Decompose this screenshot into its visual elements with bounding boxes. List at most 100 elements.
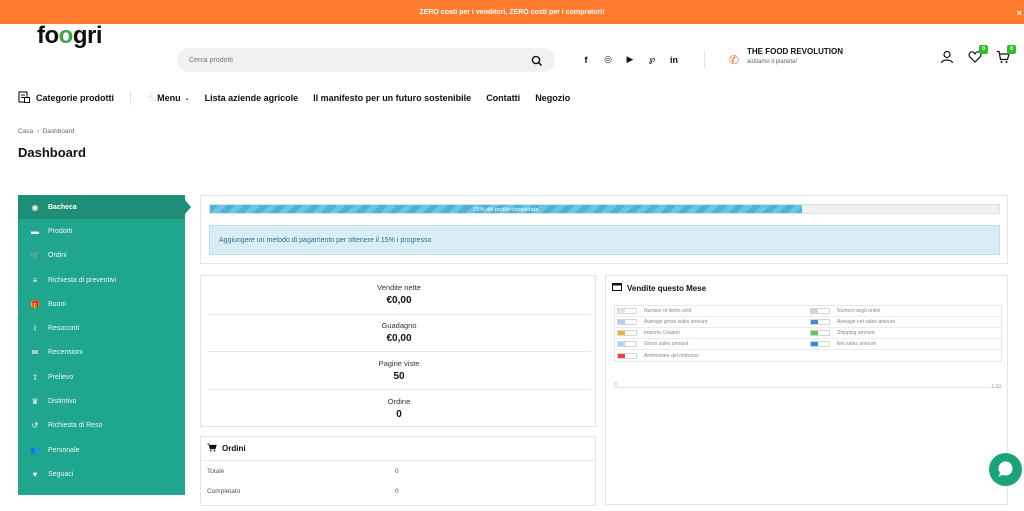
legend-label: Number of items sold bbox=[644, 308, 692, 314]
monthly-sales-title: Vendite questo Mese bbox=[627, 283, 707, 293]
legend-item[interactable]: Average gross sales amount bbox=[615, 317, 808, 327]
sidebar-item-label: Recensioni bbox=[48, 349, 83, 357]
nav-item-contacts[interactable]: Contatti bbox=[486, 93, 520, 103]
sidebar-item-resoconti[interactable]: ⌇ Resoconti bbox=[18, 316, 185, 340]
phone-icon: ✆ bbox=[729, 53, 740, 67]
cart-icon bbox=[207, 443, 217, 454]
cart-icon: 🛒 bbox=[30, 251, 40, 261]
legend-label: Importo Coupon bbox=[644, 330, 680, 336]
dashboard-sidebar: ◉ Bacheca ▬ Prodotti 🛒 Ordini ≡ Richiesta di… bbox=[18, 195, 191, 503]
legend-item[interactable]: Ammontare del rimborso bbox=[615, 350, 809, 361]
logo-text-end: gri bbox=[72, 22, 103, 49]
stat-orders: Ordine 0 bbox=[201, 397, 597, 420]
orders-card: Ordini Totale 0 Completato 0 bbox=[200, 436, 596, 506]
monthly-sales-card: Vendite questo Mese Number of items sold… bbox=[605, 275, 1008, 505]
logo-text-start: fo bbox=[37, 22, 59, 49]
legend-label: Net sales amount bbox=[837, 341, 876, 347]
nav-item-shop[interactable]: Negozio bbox=[535, 93, 570, 103]
nav-item-manifesto[interactable]: Il manifesto per un futuro sostenibile bbox=[313, 93, 471, 103]
profile-progress-bar: 75% del profilo completata bbox=[209, 204, 1000, 214]
sidebar-item-reso[interactable]: ↺ Richiesta di Reso bbox=[18, 414, 185, 438]
announcement-close-button[interactable]: × bbox=[1017, 0, 1022, 26]
sidebar-item-personale[interactable]: 👥 Personale bbox=[18, 438, 185, 462]
cart-count-badge: 0 bbox=[1007, 45, 1016, 54]
sidebar-item-label: Prelievo bbox=[48, 373, 74, 381]
social-links: f ◎ ▶ ℘ in bbox=[582, 54, 679, 65]
logo-leaf-letter: o bbox=[58, 22, 74, 49]
youtube-icon[interactable]: ▶ bbox=[626, 54, 634, 65]
sidebar-item-more[interactable]: · bbox=[18, 487, 185, 511]
legend-item[interactable]: Number of items sold bbox=[615, 306, 808, 316]
site-logo[interactable]: foogri bbox=[37, 22, 103, 50]
search-icon[interactable] bbox=[531, 54, 543, 72]
chat-button[interactable] bbox=[989, 453, 1022, 486]
cart-icon[interactable]: 0 bbox=[996, 45, 1016, 64]
legend-label: Ammontare del rimborso bbox=[644, 352, 699, 359]
linkedin-icon[interactable]: in bbox=[670, 55, 678, 65]
legend-swatch bbox=[617, 308, 637, 314]
legend-swatch-color bbox=[811, 342, 818, 346]
legend-item[interactable]: Importo Coupon bbox=[615, 328, 808, 338]
sidebar-item-ordini[interactable]: 🛒 Ordini bbox=[18, 244, 185, 268]
search-input[interactable] bbox=[189, 48, 519, 72]
categories-button[interactable]: Categorie prodotti bbox=[18, 91, 114, 105]
breadcrumb: Casa › Dashboard bbox=[18, 128, 74, 135]
sidebar-item-recensioni[interactable]: ✉ Recensioni bbox=[18, 341, 185, 365]
stat-label: Guadagno bbox=[381, 321, 417, 330]
sidebar-item-seguaci[interactable]: ♥ Seguaci bbox=[18, 462, 185, 486]
header-actions: 0 0 bbox=[940, 45, 1016, 64]
profile-progress-label: 75% del profilo completata bbox=[473, 207, 539, 213]
sidebar-item-buoni[interactable]: 🎁 Buoni bbox=[18, 292, 185, 316]
stat-label: Vendite nette bbox=[377, 283, 421, 292]
sidebar-item-label: Distintivo bbox=[48, 398, 77, 406]
sidebar-item-bacheca[interactable]: ◉ Bacheca bbox=[18, 195, 191, 220]
pinterest-icon[interactable]: ℘ bbox=[648, 54, 656, 65]
legend-swatch-color bbox=[811, 331, 818, 335]
instagram-icon[interactable]: ◎ bbox=[604, 54, 612, 65]
sidebar-item-distintivo[interactable]: ♛ Distintivo bbox=[18, 389, 185, 413]
legend-swatch bbox=[617, 319, 637, 325]
breadcrumb-current: Dashboard bbox=[42, 128, 75, 135]
legend-row: Ammontare del rimborso bbox=[615, 350, 1001, 361]
profile-progress-card: 75% del profilo completata Aggiungere un… bbox=[200, 195, 1008, 264]
account-icon[interactable] bbox=[940, 50, 954, 64]
sidebar-item-prodotti[interactable]: ▬ Prodotti bbox=[18, 219, 185, 243]
legend-swatch bbox=[810, 330, 830, 336]
legend-item[interactable]: Gross sales amount bbox=[615, 339, 808, 349]
sidebar-item-label: Ordini bbox=[48, 252, 67, 260]
menu-dropdown[interactable]: ☝ Menu ⌄ bbox=[147, 93, 190, 104]
sidebar-item-prelievo[interactable]: ⇧ Prelievo bbox=[18, 365, 185, 389]
legend-item[interactable]: Shipping amount bbox=[808, 328, 1001, 338]
wishlist-icon[interactable]: 0 bbox=[968, 45, 988, 64]
monthly-sales-header: Vendite questo Mese bbox=[606, 276, 1007, 300]
announcement-text: ZERO costi per i venditori, ZERO costi p… bbox=[419, 9, 605, 16]
legend-item[interactable]: Average net sales amount bbox=[808, 317, 1001, 327]
briefcase-icon: ▬ bbox=[31, 226, 39, 236]
nav-item-farms[interactable]: Lista aziende agricole bbox=[205, 93, 299, 103]
undo-icon: ↺ bbox=[31, 421, 39, 431]
orders-row-label: Totale bbox=[207, 467, 225, 475]
badge-icon: ♛ bbox=[31, 397, 39, 407]
stat-page-views: Pagine viste 50 bbox=[201, 359, 597, 382]
sidebar-item-label: Richiesta di Reso bbox=[48, 422, 103, 430]
header-divider bbox=[704, 50, 705, 68]
stat-divider bbox=[207, 351, 591, 352]
legend-row: Average gross sales amount Average net sa… bbox=[615, 317, 1001, 328]
payment-method-notice: Aggiungere un metodo di pagamento per ot… bbox=[209, 225, 1000, 255]
wishlist-count-badge: 0 bbox=[979, 45, 988, 54]
legend-label: Numero degli ordini bbox=[837, 308, 881, 314]
search-bar bbox=[177, 48, 555, 72]
heart-icon: ♥ bbox=[32, 469, 38, 479]
facebook-icon[interactable]: f bbox=[582, 55, 590, 65]
orders-row-value: 0 bbox=[395, 487, 399, 495]
legend-item[interactable]: Numero degli ordini bbox=[808, 306, 1001, 316]
legend-swatch-color bbox=[618, 353, 625, 358]
sidebar-item-label: Resoconti bbox=[48, 325, 80, 333]
sales-stats-card: Vendite nette €0,00 Guadagno €0,00 Pagin… bbox=[200, 275, 596, 427]
chevron-down-icon: ⌄ bbox=[184, 95, 190, 102]
legend-swatch-color bbox=[618, 342, 625, 346]
sidebar-item-preventivi[interactable]: ≡ Richiesta di preventivi bbox=[18, 268, 185, 292]
legend-item[interactable]: Net sales amount bbox=[808, 339, 1001, 349]
breadcrumb-home[interactable]: Casa bbox=[18, 128, 33, 135]
card-icon bbox=[612, 283, 622, 293]
